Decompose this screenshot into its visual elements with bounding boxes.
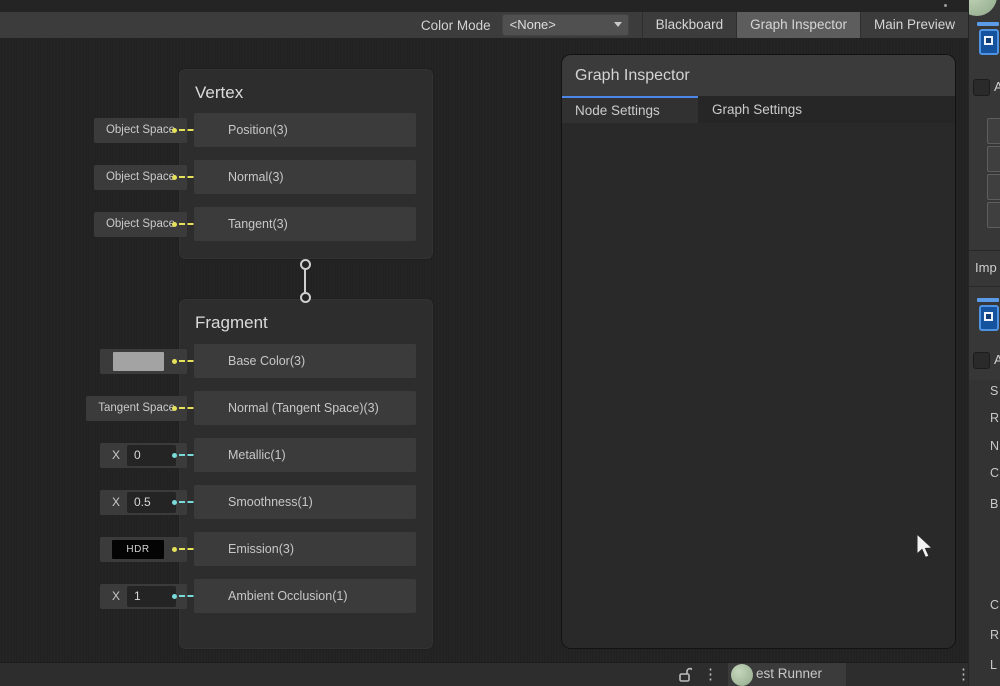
port-label: Position(3) — [194, 113, 416, 147]
x-component-label: X — [112, 443, 120, 468]
port-label: Base Color(3) — [194, 344, 416, 378]
connector-bottom-cap[interactable] — [300, 292, 311, 303]
x-component-label: X — [112, 584, 120, 609]
field-stub[interactable] — [987, 146, 1000, 172]
truncated-property-label: C — [990, 598, 999, 612]
blackboard-button[interactable]: Blackboard — [642, 12, 737, 38]
graph-inspector-header: Graph Inspector — [562, 55, 955, 96]
asset-checkbox-label: A — [994, 79, 1000, 94]
node-port-row[interactable]: Metallic(1) — [194, 438, 416, 472]
edge-dot-icon — [172, 359, 177, 364]
node-port-row[interactable]: Position(3) — [194, 113, 416, 147]
graph-toolbar: Color Mode <None> Blackboard Graph Inspe… — [0, 12, 968, 39]
kebab-menu-icon[interactable]: ⋮ — [956, 665, 971, 685]
shader-graph-window: Color Mode <None> Blackboard Graph Inspe… — [0, 0, 1000, 686]
fragment-node-title: Fragment — [195, 313, 268, 333]
divider — [969, 250, 1000, 251]
kebab-menu-icon[interactable]: ⋮ — [703, 665, 718, 685]
graph-inspector-panel: Graph Inspector Node Settings Graph Sett… — [562, 55, 955, 648]
edge-dot-icon — [172, 547, 177, 552]
chevron-down-icon — [614, 22, 622, 27]
node-port-row[interactable]: Emission(3) — [194, 532, 416, 566]
truncated-property-label: S — [990, 384, 998, 398]
port-label: Normal (Tangent Space)(3) — [194, 391, 416, 425]
shader-graph-asset-icon — [977, 298, 1000, 336]
imported-object-section-label: Imp — [975, 260, 997, 275]
inspector-body — [562, 123, 955, 648]
truncated-property-label: N — [990, 439, 999, 453]
port-label: Smoothness(1) — [194, 485, 416, 519]
edge-dot-icon — [172, 175, 177, 180]
edge-dot-icon — [172, 222, 177, 227]
node-port-row[interactable]: Smoothness(1) — [194, 485, 416, 519]
divider — [969, 286, 1000, 287]
color-mode-value: <None> — [510, 17, 556, 32]
node-port-row[interactable]: Normal(3) — [194, 160, 416, 194]
test-runner-tab[interactable]: est Runner — [728, 663, 846, 686]
hdr-color-swatch[interactable]: HDR — [112, 540, 164, 559]
tab-graph-settings[interactable]: Graph Settings — [698, 96, 816, 123]
window-top-strip — [0, 0, 1000, 12]
connector-top-cap[interactable] — [300, 259, 311, 270]
asset-checkbox[interactable] — [973, 352, 990, 369]
edge-dot-icon — [172, 500, 177, 505]
stack-connector-edge — [304, 266, 306, 293]
node-port-row[interactable]: Tangent(3) — [194, 207, 416, 241]
color-mode-dropdown[interactable]: <None> — [502, 14, 629, 36]
truncated-property-label: R — [990, 411, 999, 425]
shader-graph-asset-icon — [977, 22, 1000, 60]
graph-inspector-button[interactable]: Graph Inspector — [736, 12, 860, 38]
truncated-property-label: C — [990, 466, 999, 480]
port-label: Tangent(3) — [194, 207, 416, 241]
port-label: Normal(3) — [194, 160, 416, 194]
bottom-dock-bar: ⋮ est Runner ⋮ — [0, 662, 968, 686]
edge-dot-icon — [172, 594, 177, 599]
unity-inspector-strip: A Imp A SRNCBCRL — [968, 0, 1000, 686]
node-port-row[interactable]: Base Color(3) — [194, 344, 416, 378]
edge-dot-icon — [172, 453, 177, 458]
unlock-icon[interactable] — [678, 667, 692, 683]
port-label: Emission(3) — [194, 532, 416, 566]
color-mode-label: Color Mode — [421, 18, 491, 33]
graph-inspector-title: Graph Inspector — [562, 55, 955, 96]
port-label: Ambient Occlusion(1) — [194, 579, 416, 613]
float-value-field[interactable]: 1 — [127, 586, 176, 607]
tab-node-settings[interactable]: Node Settings — [562, 96, 698, 123]
tiny-dot — [944, 4, 947, 7]
edge-dot-icon — [172, 128, 177, 133]
color-swatch[interactable] — [113, 352, 164, 371]
truncated-property-label: R — [990, 628, 999, 642]
inspector-tab-bar: Node Settings Graph Settings — [562, 96, 955, 123]
truncated-property-label: B — [990, 497, 998, 511]
asset-checkbox[interactable] — [973, 79, 990, 96]
field-stub[interactable] — [987, 118, 1000, 144]
field-stub[interactable] — [987, 174, 1000, 200]
material-preview-sphere-icon — [968, 0, 997, 16]
sphere-icon — [731, 664, 753, 686]
float-value-field[interactable]: 0.5 — [127, 492, 176, 513]
test-runner-tab-label: est Runner — [756, 666, 822, 681]
node-port-row[interactable]: Ambient Occlusion(1) — [194, 579, 416, 613]
x-component-label: X — [112, 490, 120, 515]
port-label: Metallic(1) — [194, 438, 416, 472]
node-port-row[interactable]: Normal (Tangent Space)(3) — [194, 391, 416, 425]
float-value-field[interactable]: 0 — [127, 445, 176, 466]
asset-checkbox-label: A — [994, 352, 1000, 367]
main-preview-button[interactable]: Main Preview — [860, 12, 968, 38]
vertex-node-title: Vertex — [195, 83, 243, 103]
field-stub[interactable] — [987, 202, 1000, 228]
truncated-property-label: L — [990, 658, 997, 672]
edge-dot-icon — [172, 406, 177, 411]
